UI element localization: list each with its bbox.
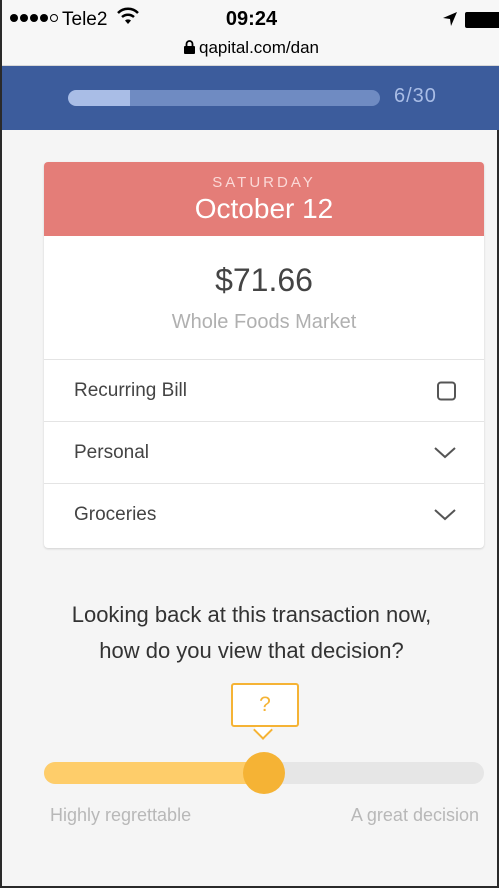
category-label: Groceries (74, 504, 157, 525)
recurring-bill-checkbox[interactable] (437, 381, 456, 400)
decision-slider[interactable] (44, 752, 484, 794)
category-dropdown[interactable]: Groceries (44, 484, 484, 546)
chevron-down-icon (434, 509, 456, 521)
location-arrow-icon (442, 11, 458, 32)
account-type-label: Personal (74, 441, 149, 463)
lock-icon (183, 39, 195, 59)
recurring-bill-row[interactable]: Recurring Bill (44, 360, 484, 422)
address-bar[interactable]: qapital.com/dan (2, 38, 499, 59)
date-banner: SATURDAY October 12 (44, 162, 484, 236)
url-text: qapital.com/dan (198, 38, 320, 57)
battery-icon (465, 12, 499, 28)
status-bar: Tele2 09:24 qapital.com/dan (2, 0, 499, 66)
clock: 09:24 (225, 8, 278, 30)
amount-block: $71.66 Whole Foods Market (44, 236, 484, 360)
merchant-name: Whole Foods Market (171, 311, 357, 333)
recurring-bill-label: Recurring Bill (74, 379, 187, 401)
slider-value-tooltip: ? (231, 683, 299, 727)
slider-thumb[interactable] (243, 752, 285, 794)
chevron-down-icon (434, 446, 456, 459)
progress-bar (68, 90, 380, 106)
progress-bar-fill (68, 90, 131, 106)
transaction-date: October 12 (194, 193, 334, 224)
day-name: SATURDAY (212, 174, 316, 191)
slider-max-label: A great decision (350, 805, 479, 825)
phone-frame: Tele2 09:24 qapital.com/dan 6/30 SATURDA… (0, 0, 499, 888)
slider-min-label: Highly regrettable (50, 805, 192, 825)
progress-counter: 6/30 (394, 85, 437, 107)
question-line-1: Looking back at this transaction now, (71, 602, 432, 627)
account-type-dropdown[interactable]: Personal (44, 422, 484, 484)
question-line-2: how do you view that decision? (99, 638, 404, 663)
slider-fill (44, 762, 264, 784)
decision-question: Looking back at this transaction now, ho… (2, 597, 499, 669)
progress-header: 6/30 (2, 66, 499, 130)
transaction-amount: $71.66 (215, 262, 313, 298)
transaction-card: SATURDAY October 12 $71.66 Whole Foods M… (44, 162, 484, 548)
